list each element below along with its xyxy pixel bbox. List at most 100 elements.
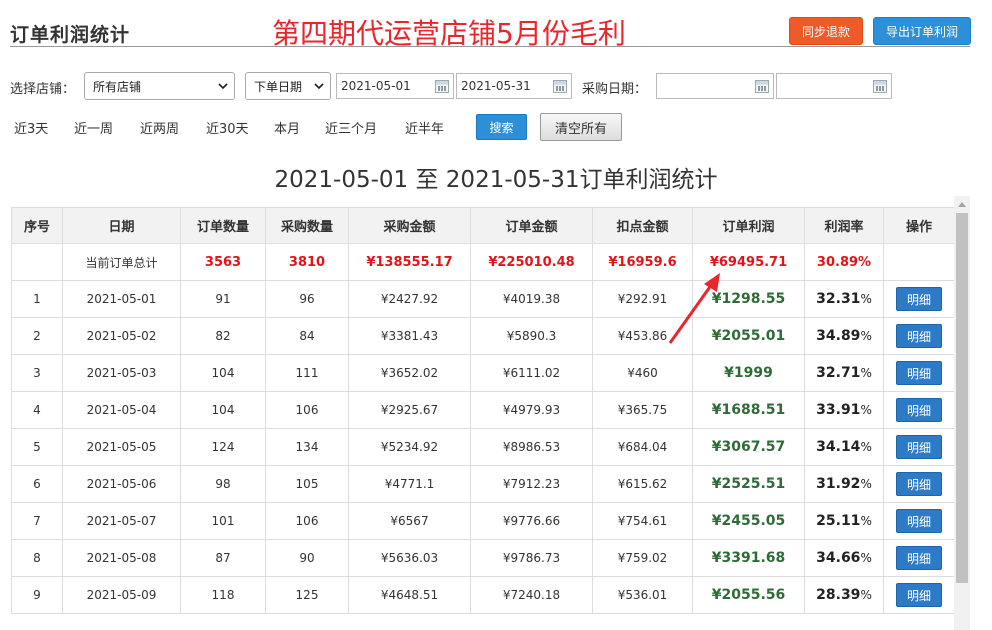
- purchase-date-label: 采购日期：: [582, 82, 648, 97]
- rate-value: 32.71: [816, 365, 861, 381]
- date-type-value: 下单日期: [254, 79, 303, 94]
- scroll-up-arrow-icon[interactable]: [954, 196, 970, 213]
- table-row: 6 2021-05-06 98 105 ¥4771.1 ¥7912.23 ¥615.62 ¥2…: [11, 465, 954, 503]
- profit-table: 序号 日期 订单数量 采购数量 采购金额 订单金额 扣点金额 订单利润 利润率 …: [11, 207, 954, 630]
- purchase-end-input[interactable]: [776, 73, 892, 99]
- row-action: 明细: [883, 317, 954, 355]
- row-no: 2: [11, 317, 63, 355]
- row-purchases: 90: [265, 539, 349, 577]
- quick-range-half-year[interactable]: 近半年: [405, 118, 444, 137]
- row-action: 明细: [883, 354, 954, 392]
- report-title: 2021-05-01 至 2021-05-31订单利润统计: [274, 167, 718, 193]
- calendar-icon[interactable]: [873, 80, 887, 93]
- row-date: 2021-05-04: [62, 391, 181, 429]
- detail-button[interactable]: 明细: [896, 472, 942, 496]
- purchase-start-input[interactable]: [656, 73, 774, 99]
- clear-all-button[interactable]: 清空所有: [540, 113, 622, 141]
- rate-value: 34.66: [816, 550, 861, 566]
- row-purchase-amount: ¥3381.43: [348, 317, 471, 355]
- row-no: 6: [11, 465, 63, 503]
- row-profit: ¥1999: [692, 354, 805, 392]
- column-header: 日期: [62, 207, 181, 244]
- row-profit: ¥3067.57: [692, 428, 805, 466]
- search-button[interactable]: 搜索: [476, 114, 527, 140]
- detail-button[interactable]: 明细: [896, 324, 942, 348]
- detail-button[interactable]: 明细: [896, 398, 942, 422]
- detail-button[interactable]: 明细: [896, 583, 942, 607]
- start-date-input[interactable]: 2021-05-01: [336, 73, 454, 99]
- row-rate: 32.31%: [804, 280, 884, 318]
- row-date: 2021-05-07: [62, 502, 181, 540]
- total-no-cell: [11, 243, 63, 281]
- row-order-amount: ¥6111.02: [470, 354, 593, 392]
- row-order-amount: ¥9786.73: [470, 539, 593, 577]
- row-date: 2021-05-05: [62, 428, 181, 466]
- table-row: 7 2021-05-07 101 106 ¥6567 ¥9776.66 ¥754.61 ¥24…: [11, 502, 954, 540]
- row-no: 9: [11, 576, 63, 614]
- table-scrollbar[interactable]: [954, 196, 970, 630]
- rate-value: 34.89: [816, 328, 861, 344]
- row-date: 2021-05-06: [62, 465, 181, 503]
- store-select[interactable]: 所有店铺: [84, 72, 235, 100]
- row-no: 1: [11, 280, 63, 318]
- row-profit: ¥1688.51: [692, 391, 805, 429]
- row-profit: ¥2055.56: [692, 576, 805, 614]
- row-date: 2021-05-01: [62, 280, 181, 318]
- title-divider: [10, 46, 970, 47]
- row-action: 明细: [883, 280, 954, 318]
- row-purchase-amount: ¥5636.03: [348, 539, 471, 577]
- row-action: 明细: [883, 465, 954, 503]
- column-header: 订单利润: [692, 207, 805, 244]
- detail-button[interactable]: 明细: [896, 361, 942, 385]
- detail-button[interactable]: 明细: [896, 435, 942, 459]
- row-action: 明细: [883, 539, 954, 577]
- calendar-icon[interactable]: [755, 80, 769, 93]
- detail-button[interactable]: 明细: [896, 509, 942, 533]
- row-rate: 33.91%: [804, 391, 884, 429]
- row-profit: ¥2525.51: [692, 465, 805, 503]
- row-deduction: ¥536.01: [592, 576, 693, 614]
- column-header: 采购数量: [265, 207, 349, 244]
- row-purchase-amount: ¥2925.67: [348, 391, 471, 429]
- detail-button[interactable]: 明细: [896, 546, 942, 570]
- row-order-amount: ¥9776.66: [470, 502, 593, 540]
- rate-value: 31.92: [816, 476, 861, 492]
- row-deduction: ¥754.61: [592, 502, 693, 540]
- end-date-input[interactable]: 2021-05-31: [456, 73, 572, 99]
- row-order-amount: ¥4979.93: [470, 391, 593, 429]
- row-deduction: ¥460: [592, 354, 693, 392]
- row-date: 2021-05-02: [62, 317, 181, 355]
- row-orders: 104: [180, 354, 266, 392]
- row-rate: 34.14%: [804, 428, 884, 466]
- row-purchase-amount: ¥6567: [348, 502, 471, 540]
- quick-range-1week[interactable]: 近一周: [74, 118, 113, 137]
- row-purchases: 106: [265, 391, 349, 429]
- quick-range-30days[interactable]: 近30天: [206, 118, 249, 137]
- date-type-select[interactable]: 下单日期: [245, 72, 331, 100]
- quick-range-3months[interactable]: 近三个月: [325, 118, 377, 137]
- column-header: 订单数量: [180, 207, 266, 244]
- row-purchases: 125: [265, 576, 349, 614]
- table-row: 4 2021-05-04 104 106 ¥2925.67 ¥4979.93 ¥365.75…: [11, 391, 954, 429]
- calendar-icon[interactable]: [553, 80, 567, 93]
- column-header: 采购金额: [348, 207, 471, 244]
- rate-percent-sign: %: [860, 292, 872, 306]
- row-deduction: ¥684.04: [592, 428, 693, 466]
- sync-refund-button[interactable]: 同步退款: [789, 17, 863, 45]
- detail-button[interactable]: 明细: [896, 287, 942, 311]
- row-deduction: ¥615.62: [592, 465, 693, 503]
- quick-range-3days[interactable]: 近3天: [14, 118, 48, 137]
- quick-range-2weeks[interactable]: 近两周: [140, 118, 179, 137]
- scroll-thumb[interactable]: [956, 213, 968, 583]
- calendar-icon[interactable]: [435, 80, 449, 93]
- row-purchase-amount: ¥5234.92: [348, 428, 471, 466]
- chevron-down-icon: [218, 83, 228, 90]
- column-header: 扣点金额: [592, 207, 693, 244]
- export-profit-button[interactable]: 导出订单利润: [873, 17, 971, 45]
- quick-range-this-month[interactable]: 本月: [274, 118, 300, 137]
- row-orders: 87: [180, 539, 266, 577]
- row-purchase-amount: ¥4648.51: [348, 576, 471, 614]
- rate-percent-sign: %: [860, 514, 872, 528]
- row-order-amount: ¥4019.38: [470, 280, 593, 318]
- row-rate: 31.92%: [804, 465, 884, 503]
